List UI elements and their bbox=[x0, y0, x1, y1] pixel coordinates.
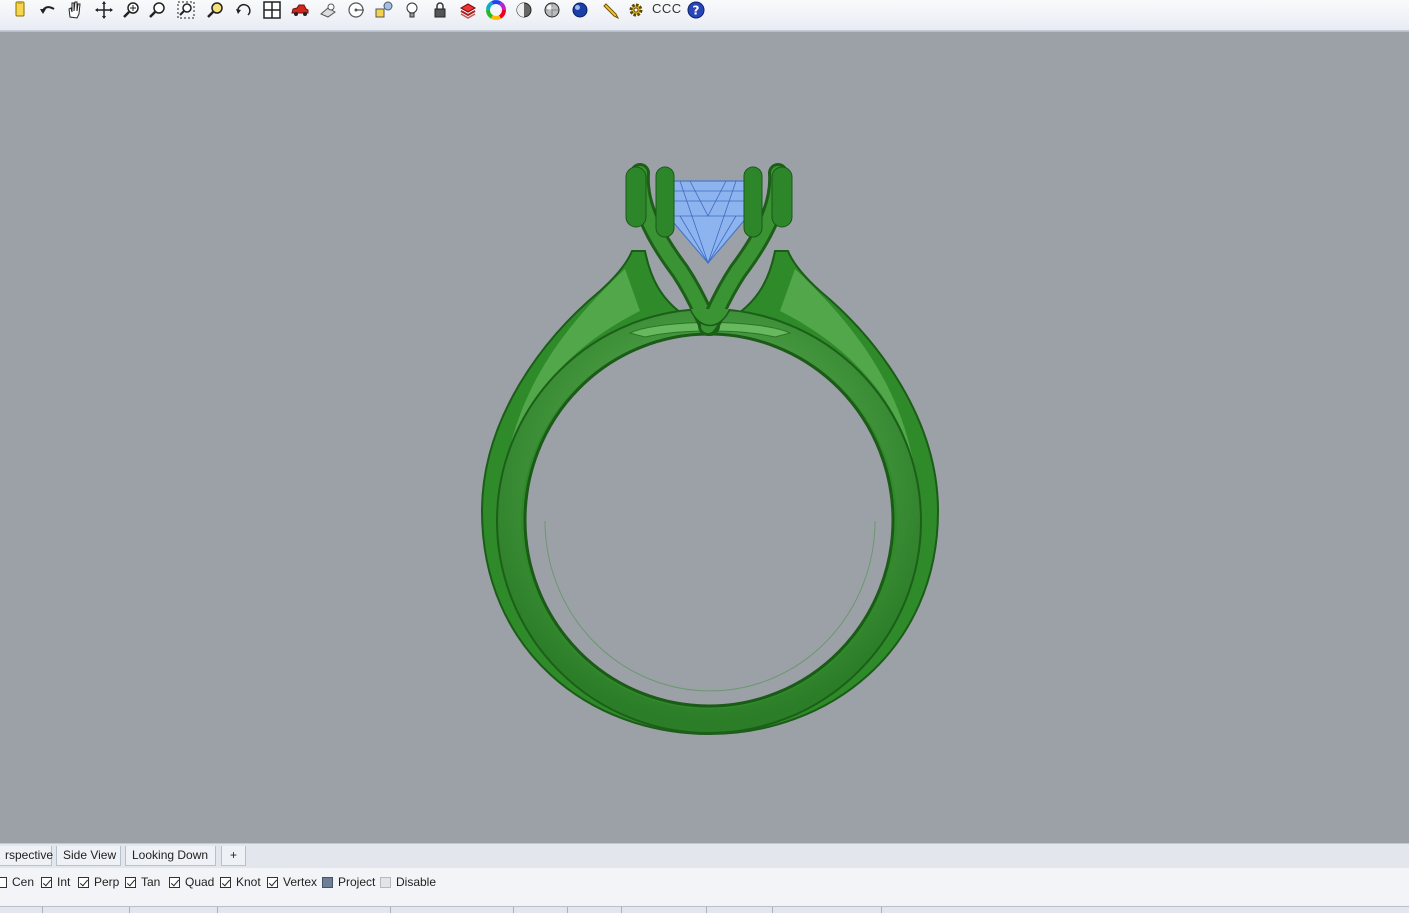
osnap-project[interactable]: Project bbox=[322, 875, 375, 889]
zoom-window-icon[interactable] bbox=[174, 0, 198, 20]
ring-model[interactable] bbox=[0, 32, 1409, 844]
undo-icon[interactable] bbox=[36, 0, 60, 20]
osnap-knot[interactable]: Knot bbox=[220, 875, 261, 889]
osnap-int[interactable]: Int bbox=[41, 875, 70, 889]
osnap-disable[interactable]: Disable bbox=[380, 875, 436, 889]
blue-sphere-icon[interactable] bbox=[568, 0, 592, 20]
layers-book-icon[interactable] bbox=[456, 0, 480, 20]
gemstone bbox=[667, 180, 749, 265]
osnap-knot-label: Knot bbox=[236, 875, 261, 889]
osnap-tan[interactable]: Tan bbox=[125, 875, 160, 889]
color-wheel-icon[interactable] bbox=[484, 0, 508, 20]
zoom-dynamic-icon[interactable] bbox=[146, 0, 170, 20]
tab-side-view[interactable]: Side View bbox=[56, 846, 121, 866]
status-divider bbox=[42, 907, 43, 913]
shaded-sphere-icon[interactable] bbox=[512, 0, 536, 20]
osnap-cen-label: Cen bbox=[12, 875, 35, 889]
status-divider bbox=[129, 907, 130, 913]
osnap-quad[interactable]: Quad bbox=[169, 875, 214, 889]
move-view-icon[interactable] bbox=[92, 0, 116, 20]
osnap-disable-checkbox[interactable] bbox=[380, 876, 391, 888]
status-divider bbox=[772, 907, 773, 913]
osnap-perp[interactable]: Perp bbox=[78, 875, 119, 889]
viewport-tab-bar: rspective Side View Looking Down + bbox=[0, 843, 1409, 869]
lock-icon[interactable] bbox=[428, 0, 452, 20]
osnap-vertex-checkbox[interactable] bbox=[267, 876, 278, 888]
new-file-icon[interactable] bbox=[8, 0, 32, 20]
osnap-cen-checkbox[interactable] bbox=[0, 876, 7, 888]
osnap-knot-checkbox[interactable] bbox=[220, 876, 231, 888]
osnap-vertex-label: Vertex bbox=[283, 875, 318, 889]
four-viewports-icon[interactable] bbox=[260, 0, 284, 20]
osnap-int-checkbox[interactable] bbox=[41, 876, 52, 888]
toolbar-ccc-label[interactable]: CCC bbox=[652, 1, 682, 16]
osnap-project-checkbox[interactable] bbox=[322, 876, 333, 888]
rotate-view-icon[interactable] bbox=[232, 0, 256, 20]
osnap-bar: Cen Int Perp Tan Quad Knot Vertex Projec… bbox=[0, 868, 1409, 906]
status-divider bbox=[621, 907, 622, 913]
gear-settings-icon[interactable] bbox=[624, 0, 648, 20]
zoom-icon[interactable] bbox=[120, 0, 144, 20]
osnap-quad-checkbox[interactable] bbox=[169, 876, 180, 888]
help-icon[interactable]: ? bbox=[684, 0, 708, 20]
osnap-int-label: Int bbox=[57, 875, 71, 889]
svg-text:?: ? bbox=[693, 4, 700, 18]
pan-hand-icon[interactable] bbox=[62, 0, 86, 20]
tab-perspective[interactable]: rspective bbox=[0, 846, 53, 866]
status-divider bbox=[513, 907, 514, 913]
target-icon[interactable] bbox=[344, 0, 368, 20]
status-divider bbox=[390, 907, 391, 913]
viewport-canvas[interactable] bbox=[0, 31, 1409, 844]
shapes-icon[interactable] bbox=[372, 0, 396, 20]
osnap-quad-label: Quad bbox=[185, 875, 215, 889]
status-divider bbox=[706, 907, 707, 913]
pencil-icon[interactable] bbox=[600, 0, 624, 20]
main-toolbar: CCC ? bbox=[0, 0, 1409, 31]
lightbulb-icon[interactable] bbox=[400, 0, 424, 20]
named-views-icon[interactable] bbox=[316, 0, 340, 20]
osnap-perp-checkbox[interactable] bbox=[78, 876, 89, 888]
osnap-project-label: Project bbox=[338, 875, 376, 889]
status-divider bbox=[567, 907, 568, 913]
add-tab-button[interactable]: + bbox=[221, 846, 246, 866]
status-divider bbox=[881, 907, 882, 913]
tab-looking-down[interactable]: Looking Down bbox=[125, 846, 216, 866]
zoom-selected-icon[interactable] bbox=[204, 0, 228, 20]
osnap-perp-label: Perp bbox=[94, 875, 120, 889]
osnap-vertex[interactable]: Vertex bbox=[267, 875, 317, 889]
osnap-tan-label: Tan bbox=[141, 875, 161, 889]
car-icon[interactable] bbox=[288, 0, 312, 20]
osnap-tan-checkbox[interactable] bbox=[125, 876, 136, 888]
rendered-sphere-icon[interactable] bbox=[540, 0, 564, 20]
osnap-cen[interactable]: Cen bbox=[0, 875, 34, 889]
status-divider bbox=[217, 907, 218, 913]
osnap-disable-label: Disable bbox=[396, 875, 437, 889]
